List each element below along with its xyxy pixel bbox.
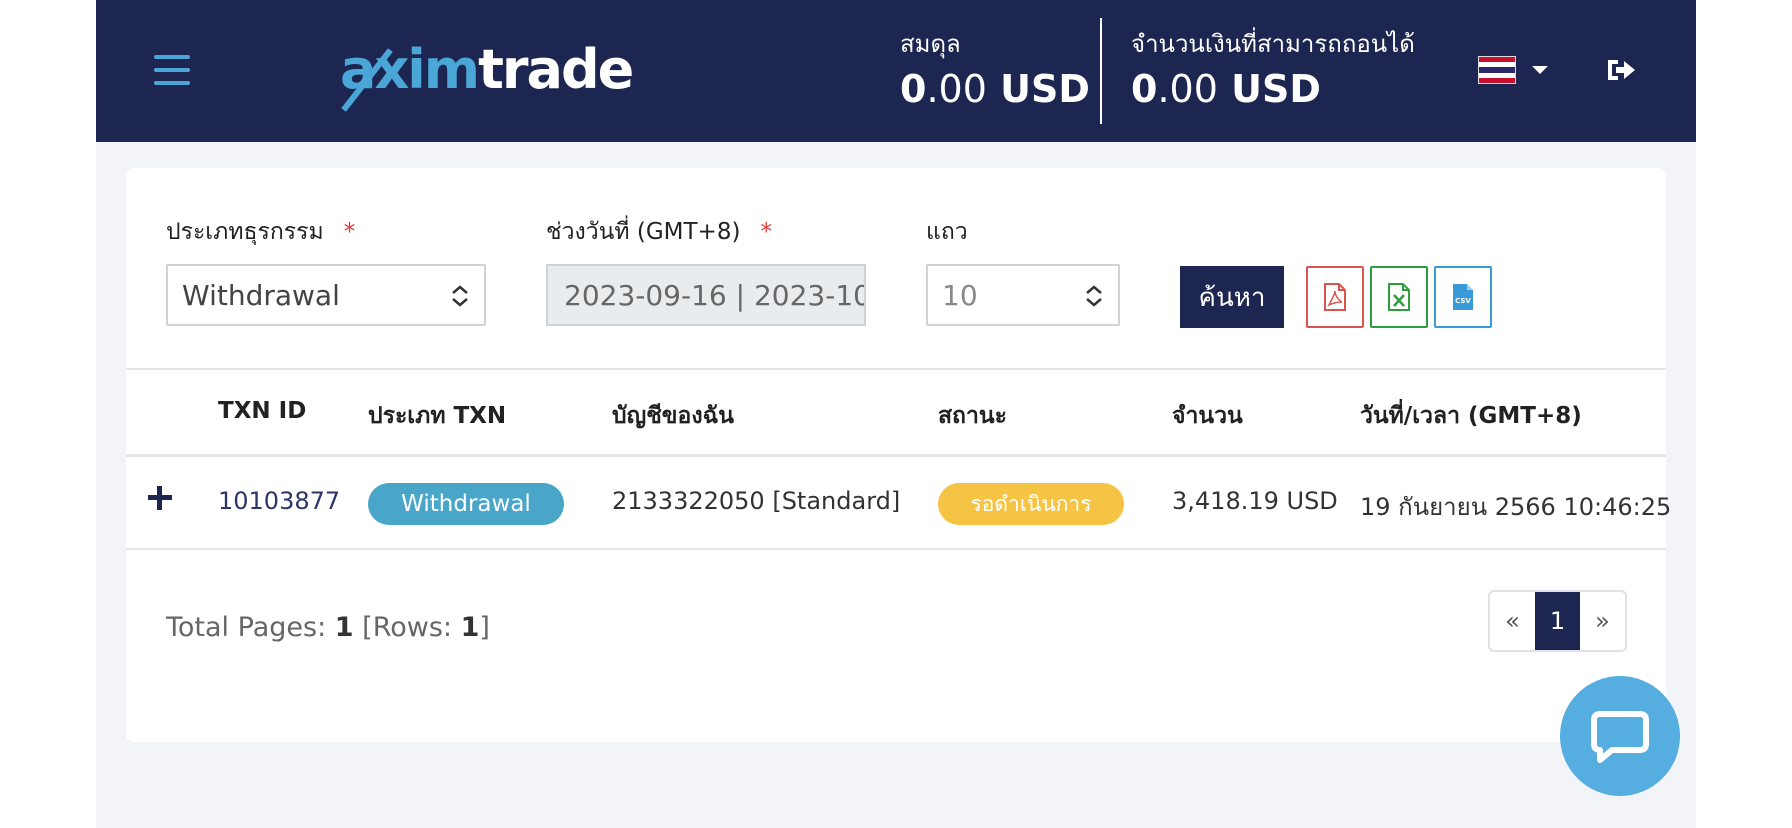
csv-export-icon: CSV — [1453, 284, 1473, 310]
table-header-divider — [126, 454, 1666, 457]
col-header-txn-id[interactable]: TXN ID — [218, 398, 306, 424]
logout-icon[interactable] — [1604, 56, 1638, 84]
status-badge: รอดำเนินการ — [938, 483, 1124, 525]
col-header-status[interactable]: สถานะ — [938, 398, 1007, 434]
withdrawable-value: 0.00 USD — [1131, 67, 1321, 111]
transaction-type-select[interactable]: Withdrawal — [166, 264, 486, 326]
transactions-card: ประเภทธุรกรรม * Withdrawal ช่วงวันที่ (GM… — [126, 168, 1671, 742]
live-chat-button[interactable] — [1560, 676, 1680, 796]
select-chevron-icon — [452, 285, 468, 307]
chat-bubble-icon — [1591, 711, 1649, 763]
pagination-next-button[interactable]: » — [1580, 592, 1625, 650]
rows-label: แถว — [926, 219, 968, 245]
col-header-account[interactable]: บัญชีของฉัน — [612, 398, 734, 434]
balance-label: สมดุล — [900, 30, 961, 58]
export-pdf-button[interactable] — [1306, 266, 1364, 328]
export-csv-button[interactable]: CSV — [1434, 266, 1492, 328]
balance-block: สมดุล 0.00 USD — [900, 24, 1090, 111]
expand-row-plus-icon[interactable] — [148, 486, 172, 510]
pdf-export-icon — [1324, 283, 1346, 311]
col-header-amount[interactable]: จำนวน — [1172, 398, 1243, 434]
withdrawable-block: จำนวนเงินที่สามารถถอนได้ 0.00 USD — [1131, 24, 1415, 111]
pagination: « 1 » — [1488, 590, 1627, 652]
date-range-input[interactable]: 2023-09-16 | 2023-10 — [546, 264, 866, 326]
svg-text:CSV: CSV — [1455, 297, 1471, 305]
thai-flag-icon[interactable] — [1478, 56, 1516, 84]
excel-export-icon — [1388, 283, 1410, 311]
col-header-txn-type[interactable]: ประเภท TXN — [368, 398, 506, 434]
datetime-cell: 19 กันยายน 2566 10:46:25 — [1360, 493, 1672, 521]
header-divider — [1100, 18, 1102, 124]
withdrawable-label: จำนวนเงินที่สามารถถอนได้ — [1131, 30, 1415, 58]
balance-value: 0.00 USD — [900, 67, 1090, 111]
txn-id-cell[interactable]: 10103877 — [218, 487, 340, 515]
top-navbar: axim trade สมดุล 0.00 USD จำนวนเงินที่สาม… — [96, 0, 1696, 142]
language-dropdown-caret-icon[interactable] — [1532, 66, 1548, 74]
col-header-datetime[interactable]: วันที่/เวลา (GMT+8) — [1360, 398, 1582, 434]
txn-type-badge: Withdrawal — [368, 483, 564, 525]
table-top-divider — [126, 368, 1666, 370]
search-button[interactable]: ค้นหา — [1180, 266, 1284, 328]
total-pages-summary: Total Pages: 1 [Rows: 1] — [166, 612, 490, 643]
pagination-prev-button[interactable]: « — [1490, 592, 1535, 650]
amount-cell: 3,418.19 USD — [1172, 487, 1338, 515]
pagination-page-1-button[interactable]: 1 — [1535, 592, 1580, 650]
export-excel-button[interactable] — [1370, 266, 1428, 328]
hamburger-menu-icon[interactable] — [154, 55, 190, 85]
transaction-type-label: ประเภทธุรกรรม * — [166, 219, 356, 245]
date-range-label: ช่วงวันที่ (GMT+8) * — [546, 219, 772, 245]
account-cell: 2133322050 [Standard] — [612, 487, 901, 515]
select-chevron-icon — [1086, 285, 1102, 307]
rows-select[interactable]: 10 — [926, 264, 1120, 326]
axim-trade-logo[interactable]: axim trade — [340, 34, 634, 112]
table-bottom-divider — [126, 548, 1666, 550]
